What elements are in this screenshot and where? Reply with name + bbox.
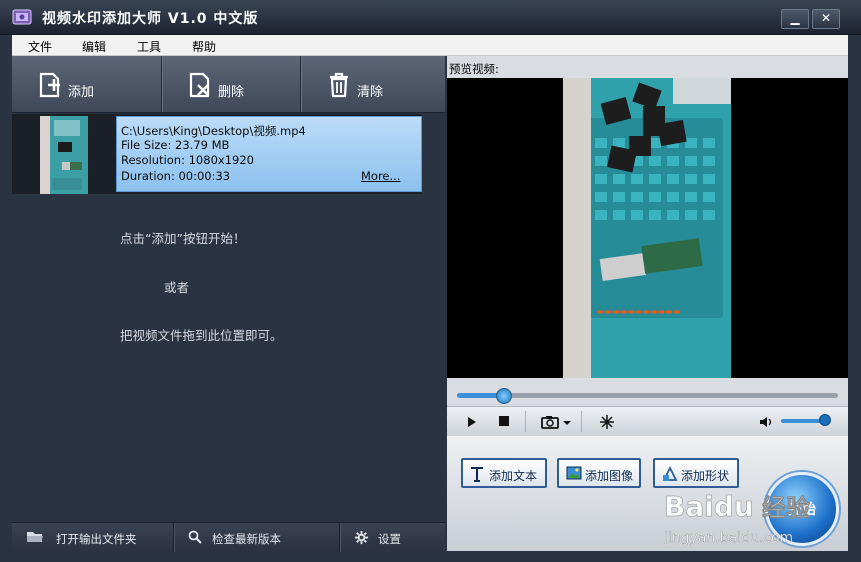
playback-controls <box>447 406 848 437</box>
video-watermark-overlay: ▬▬▬▬▬▬▬▬▬▬▬ <box>597 307 680 316</box>
effects-sparkle-icon[interactable] <box>599 414 615 430</box>
app-window: 视频水印添加大师 V1.0 中文版 ▁ ✕ 文件 编辑 工具 帮助 添加 删除 … <box>0 0 861 562</box>
add-shape-label: 添加形状 <box>681 469 730 483</box>
controls-divider <box>525 411 526 432</box>
file-path: C:\Users\King\Desktop\视频.mp4 <box>121 124 306 138</box>
trash-icon <box>330 72 348 98</box>
play-icon[interactable] <box>467 416 477 428</box>
delete-button-label: 删除 <box>218 85 245 100</box>
file-info-box: C:\Users\King\Desktop\视频.mp4 File Size: … <box>116 116 422 192</box>
menu-tools[interactable]: 工具 <box>137 38 161 55</box>
clear-button[interactable]: 清除 <box>301 56 445 112</box>
add-image-button[interactable]: 添加图像 <box>557 458 641 488</box>
file-size: File Size: 23.79 MB <box>121 138 230 152</box>
stop-icon[interactable] <box>499 416 509 426</box>
add-file-icon <box>39 72 60 98</box>
video-thumbnail <box>40 116 88 194</box>
add-shape-button[interactable]: 添加形状 <box>653 458 739 488</box>
preview-label: 预览视频: <box>449 62 499 76</box>
settings-label: 设置 <box>378 532 401 546</box>
settings-button[interactable]: 设置 <box>340 523 445 552</box>
hint-drag-file: 把视频文件拖到此位置即可。 <box>120 328 283 343</box>
check-update-label: 检查最新版本 <box>212 532 281 546</box>
controls-divider <box>581 411 582 432</box>
start-button[interactable]: 开始 <box>765 472 839 546</box>
gear-icon <box>354 530 369 545</box>
add-button[interactable]: 添加 <box>12 56 156 112</box>
app-logo-icon <box>12 9 32 25</box>
watermark-actions: 添加文本 添加图像 添加形状 开始 <box>447 436 848 551</box>
menu-edit[interactable]: 编辑 <box>82 38 106 55</box>
seek-handle[interactable] <box>495 388 512 404</box>
menu-help[interactable]: 帮助 <box>192 38 216 55</box>
seek-bar[interactable] <box>457 388 838 404</box>
start-button-label: 开始 <box>788 502 816 518</box>
bottom-bar: 打开输出文件夹 检查最新版本 设置 <box>12 522 445 552</box>
file-list-item[interactable]: C:\Users\King\Desktop\视频.mp4 File Size: … <box>12 114 422 194</box>
search-icon <box>188 530 202 544</box>
video-frame: ▬▬▬▬▬▬▬▬▬▬▬ <box>563 78 731 378</box>
toolbar: 添加 删除 清除 <box>12 56 445 113</box>
folder-icon <box>27 532 43 542</box>
video-preview: ▬▬▬▬▬▬▬▬▬▬▬ <box>447 78 848 378</box>
delete-button[interactable]: 删除 <box>162 56 306 112</box>
close-button[interactable]: ✕ <box>812 9 840 29</box>
more-link[interactable]: More... <box>361 169 400 183</box>
text-icon <box>471 467 483 482</box>
menu-file[interactable]: 文件 <box>28 38 52 55</box>
add-image-label: 添加图像 <box>585 469 634 483</box>
file-resolution: Resolution: 1080x1920 <box>121 153 254 167</box>
clear-button-label: 清除 <box>357 85 384 100</box>
file-duration: Duration: 00:00:33 <box>121 169 231 183</box>
add-text-button[interactable]: 添加文本 <box>461 458 547 488</box>
preview-panel: 预览视频: ▬▬▬▬▬▬▬▬▬▬▬ 添加文本 添加图像 添加形状 开始 <box>447 56 848 551</box>
open-output-folder-button[interactable]: 打开输出文件夹 <box>12 523 172 552</box>
file-list-panel: 添加 删除 清除 C:\Users\King\Desktop\视频.mp4 Fi… <box>12 56 445 552</box>
volume-icon[interactable] <box>759 415 773 429</box>
minimize-button[interactable]: ▁ <box>781 9 809 29</box>
add-button-label: 添加 <box>68 85 95 100</box>
hint-click-add: 点击“添加”按钮开始！ <box>120 231 246 246</box>
add-text-label: 添加文本 <box>489 469 538 483</box>
delete-file-icon <box>189 72 210 98</box>
snapshot-camera-icon[interactable] <box>541 415 573 429</box>
window-title: 视频水印添加大师 V1.0 中文版 <box>42 11 259 27</box>
check-update-button[interactable]: 检查最新版本 <box>174 523 338 552</box>
volume-handle[interactable] <box>819 414 832 426</box>
menu-bar: 文件 编辑 工具 帮助 <box>12 35 848 56</box>
open-output-folder-label: 打开输出文件夹 <box>56 532 137 546</box>
shape-icon <box>662 466 678 481</box>
title-bar: 视频水印添加大师 V1.0 中文版 ▁ ✕ <box>0 0 861 35</box>
hint-or: 或者 <box>164 280 190 295</box>
image-icon <box>566 466 582 480</box>
